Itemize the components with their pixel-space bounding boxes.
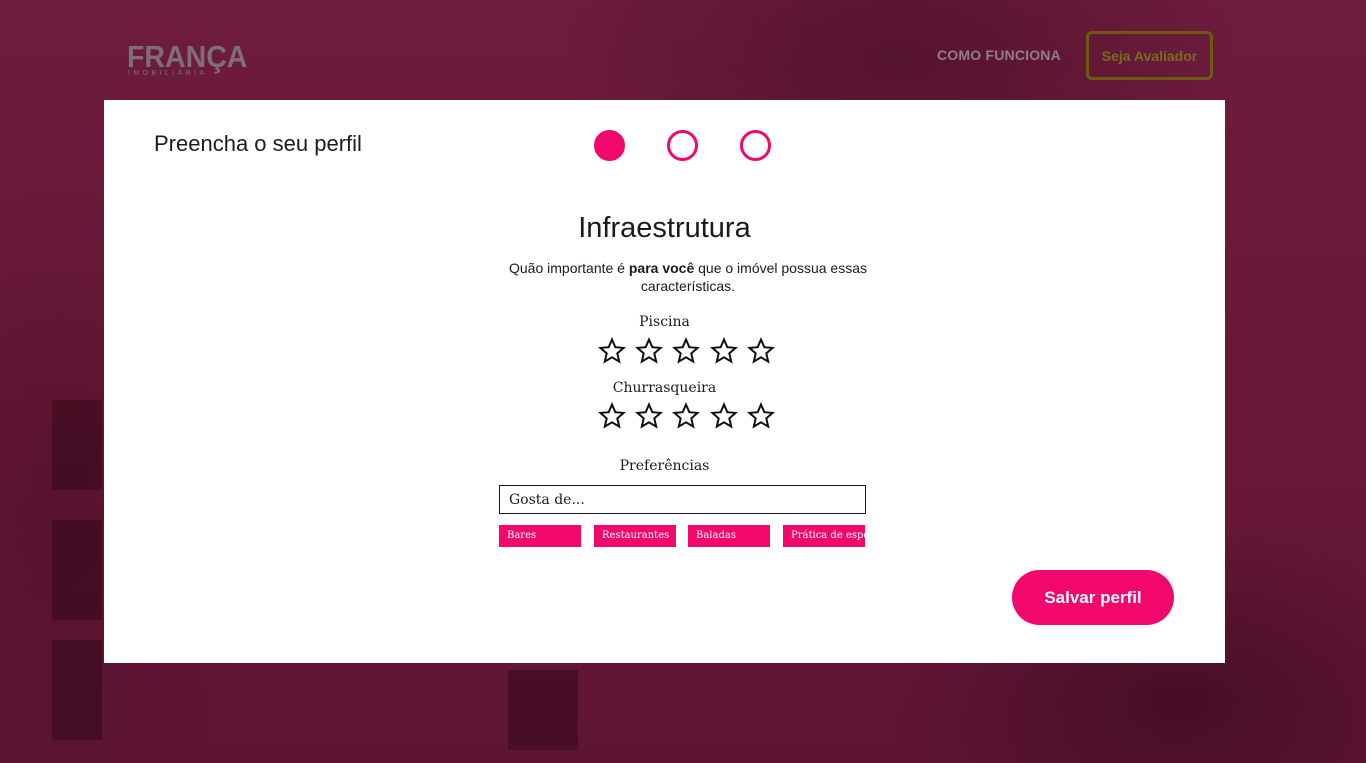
rating-label-churrasqueira: Churrasqueira (612, 380, 717, 396)
star-icon[interactable] (635, 337, 664, 365)
star-icon[interactable] (746, 402, 775, 430)
star-rating-piscina (598, 337, 784, 365)
tag-baladas[interactable]: Baladas (688, 525, 770, 547)
star-icon[interactable] (672, 337, 701, 365)
brand-name: FRANÇA (127, 39, 248, 74)
preferences-input[interactable] (499, 485, 866, 514)
star-icon[interactable] (709, 337, 738, 365)
brand-logo[interactable]: FRANÇA IMOBILIÁRIA (127, 39, 251, 82)
become-evaluator-button[interactable]: Seja Avaliador (1086, 31, 1213, 80)
section-description: Quão importante é para você que o imóvel… (508, 259, 868, 295)
brand-subtitle: IMOBILIÁRIA (128, 70, 208, 77)
section-title: Infraestrutura (578, 212, 751, 244)
star-icon[interactable] (598, 402, 626, 430)
rating-label-piscina: Piscina (639, 314, 690, 330)
description-text-start: Quão importante é (509, 260, 629, 276)
card-title: Preencha o seu perfil (154, 131, 362, 156)
tag-bares[interactable]: Bares (499, 525, 581, 547)
star-icon[interactable] (672, 402, 701, 430)
step-indicator-3[interactable] (740, 130, 771, 161)
save-profile-button[interactable]: Salvar perfil (1012, 570, 1174, 625)
star-icon[interactable] (746, 337, 775, 365)
star-icon[interactable] (598, 337, 626, 365)
star-rating-churrasqueira (598, 402, 784, 430)
tag-pratica-de-esportes[interactable]: Prática de esportes (783, 525, 865, 547)
nav-how-it-works-link[interactable]: COMO FUNCIONA (937, 47, 1061, 63)
preferences-label: Preferências (619, 458, 710, 474)
description-text-bold: para você (628, 260, 695, 276)
profile-card: Preencha o seu perfil Infraestrutura Quã… (104, 100, 1225, 663)
star-icon[interactable] (635, 402, 664, 430)
tag-restaurantes[interactable]: Restaurantes (594, 525, 676, 547)
step-indicator-2[interactable] (667, 130, 698, 161)
star-icon[interactable] (709, 402, 738, 430)
step-indicator-1[interactable] (594, 130, 625, 161)
